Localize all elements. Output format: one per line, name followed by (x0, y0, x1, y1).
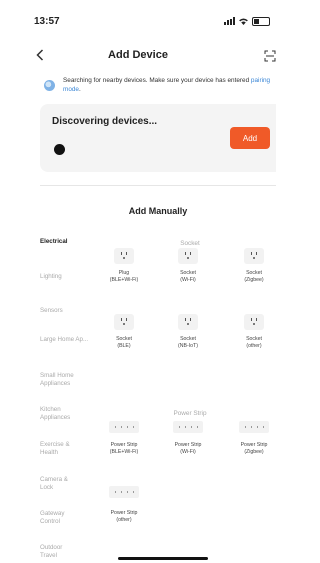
device-name: Plug (118, 270, 130, 276)
discovered-device-icon (54, 144, 65, 155)
socket-icon (178, 248, 198, 264)
status-icons (224, 16, 270, 26)
status-bar: 13:57 (0, 0, 276, 40)
scan-icon[interactable] (264, 50, 276, 62)
category-outdoor-travel[interactable]: Outdoor Travel (40, 544, 72, 560)
power-strip-icon (173, 421, 203, 433)
device-protocol: (NB-IoT) (178, 343, 198, 349)
device-name: Power Strip (174, 442, 202, 448)
search-hint-text: Searching for nearby devices. Make sure … (63, 77, 251, 84)
device-protocol: (BLE+Wi-Fi) (109, 449, 139, 455)
add-device-screen: 13:57 Add Device Searching for nearby de… (0, 0, 276, 563)
add-manually-title: Add Manually (128, 206, 188, 216)
battery-icon (252, 16, 270, 26)
power-strip-icon (239, 421, 269, 433)
device-power-strip-other[interactable]: Power Strip (other) (98, 486, 150, 524)
search-hint-end: . (79, 86, 81, 93)
category-gateway-control[interactable]: Gateway Control (40, 510, 72, 526)
device-protocol: (other) (116, 517, 132, 523)
nav-bar: Add Device (0, 40, 276, 76)
device-protocol: (Wi-Fi) (180, 277, 196, 283)
device-grid: Socket Plug (BLE+Wi-Fi) Socket (Wi-Fi) Soc… (100, 230, 276, 563)
category-electrical[interactable]: Electrical (40, 238, 100, 246)
socket-icon (244, 248, 264, 264)
socket-icon (114, 248, 134, 264)
device-protocol: (BLE) (117, 343, 131, 349)
category-large-home-appliances[interactable]: Large Home Ap... (40, 336, 90, 344)
device-name: Power Strip (110, 442, 138, 448)
bluetooth-search-icon (44, 80, 55, 91)
category-list: Electrical Lighting Sensors Large Home A… (40, 230, 102, 563)
device-name: Socket (180, 336, 196, 342)
wifi-icon (239, 17, 248, 25)
device-protocol: (Wi-Fi) (180, 449, 196, 455)
divider (40, 185, 276, 186)
category-kitchen-appliances[interactable]: Kitchen Appliances (40, 406, 78, 422)
section-title-socket: Socket (180, 240, 200, 247)
device-name: Socket (116, 336, 132, 342)
device-power-strip-wifi[interactable]: Power Strip (Wi-Fi) (162, 421, 214, 456)
category-small-home-appliances[interactable]: Small Home Appliances (40, 372, 92, 388)
add-button[interactable]: Add (230, 127, 270, 149)
device-socket-zigbee[interactable]: Socket (Zigbee) (232, 248, 276, 284)
socket-icon (114, 314, 134, 330)
socket-icon (244, 314, 264, 330)
category-lighting[interactable]: Lighting (40, 273, 76, 281)
device-name: Socket (246, 336, 262, 342)
status-time: 13:57 (34, 16, 60, 27)
device-socket-wifi[interactable]: Socket (Wi-Fi) (166, 248, 210, 284)
home-indicator[interactable] (118, 557, 208, 560)
page-title: Add Device (108, 49, 168, 61)
device-protocol: (Zigbee) (244, 449, 264, 455)
device-socket-ble[interactable]: Socket (BLE) (102, 314, 146, 350)
power-strip-icon (109, 486, 139, 498)
search-hint: Searching for nearby devices. Make sure … (44, 76, 276, 102)
device-plug-ble-wifi[interactable]: Plug (BLE+Wi-Fi) (102, 248, 146, 284)
device-protocol: (BLE+Wi-Fi) (109, 277, 139, 283)
discovering-title: Discovering devices... (52, 116, 158, 127)
device-power-strip-ble-wifi[interactable]: Power Strip (BLE+Wi-Fi) (98, 421, 150, 456)
device-socket-other[interactable]: Socket (other) (232, 314, 276, 350)
socket-icon (178, 314, 198, 330)
device-name: Power Strip (110, 510, 138, 516)
device-power-strip-zigbee[interactable]: Power Strip (Zigbee) (228, 421, 276, 456)
category-camera-lock[interactable]: Camera & Lock (40, 476, 70, 492)
device-socket-nb-iot[interactable]: Socket (NB-IoT) (166, 314, 210, 350)
device-protocol: (Zigbee) (244, 277, 264, 283)
device-name: Socket (246, 270, 262, 276)
discovering-card: Discovering devices... Add (40, 104, 276, 172)
device-name: Power Strip (240, 442, 268, 448)
category-sensors[interactable]: Sensors (40, 307, 76, 315)
power-strip-icon (109, 421, 139, 433)
signal-icon (224, 17, 235, 25)
category-exercise-health[interactable]: Exercise & Health (40, 441, 76, 457)
section-title-power-strip: Power Strip (173, 410, 207, 417)
device-protocol: (other) (246, 343, 262, 349)
device-name: Socket (180, 270, 196, 276)
